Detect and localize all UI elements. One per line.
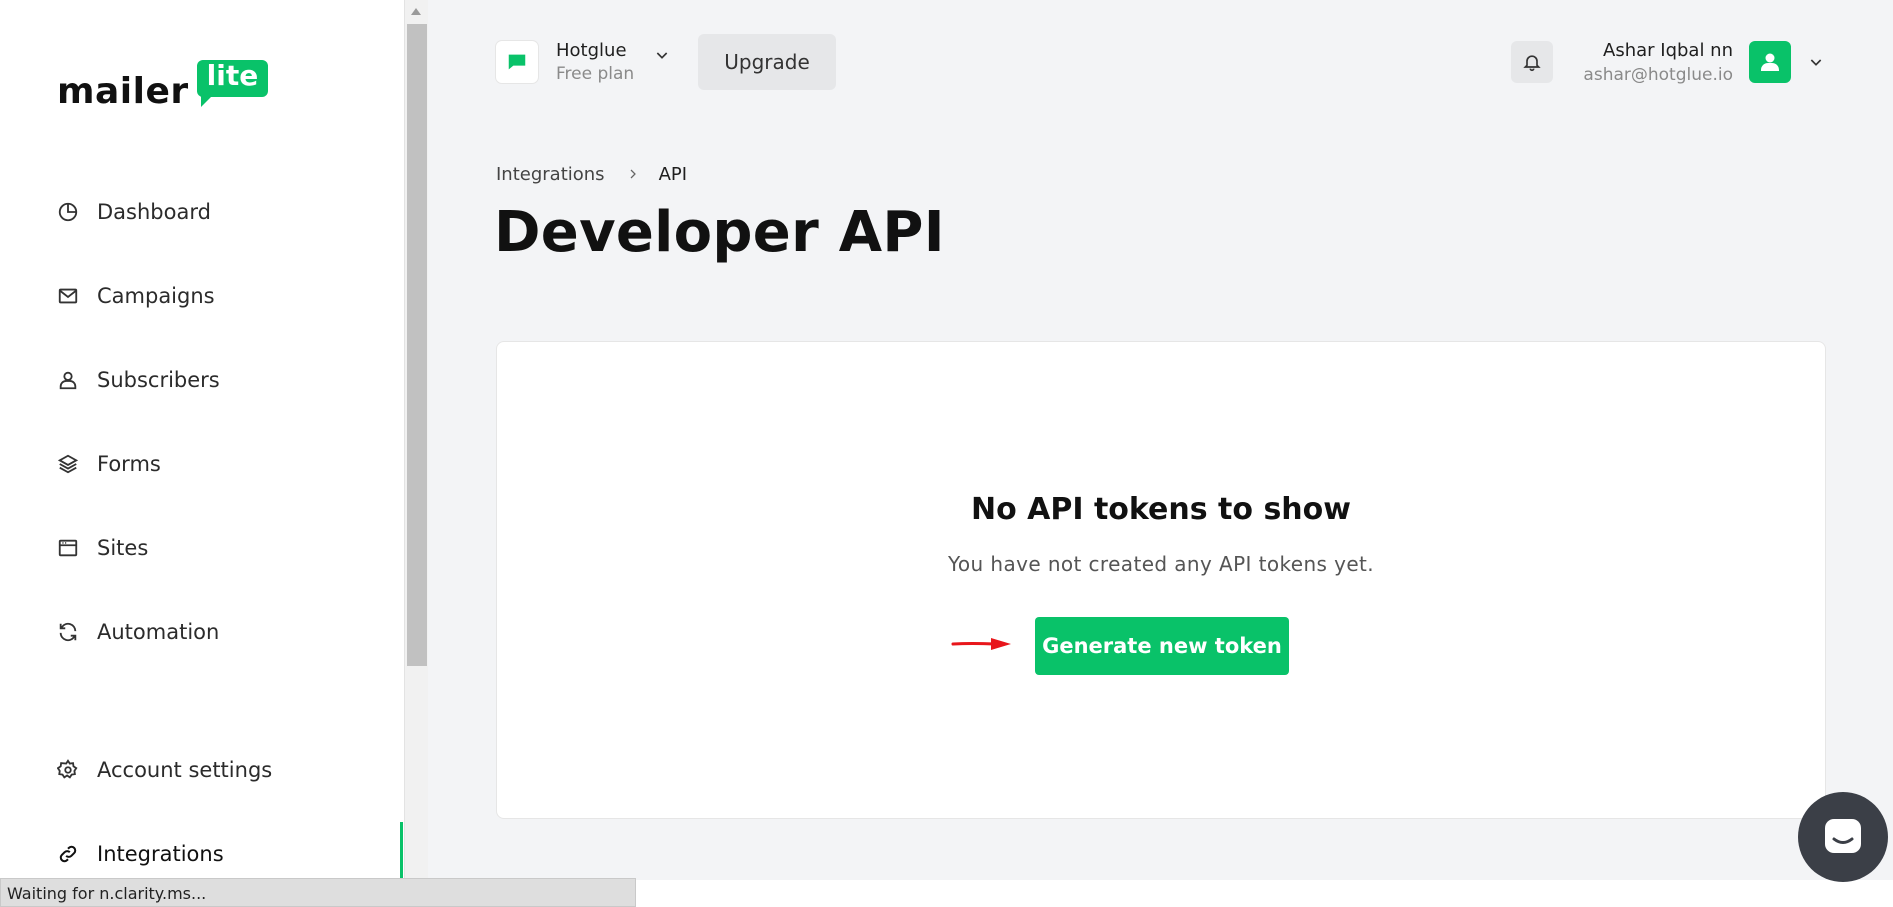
user-name: Ashar Iqbal nn	[1603, 40, 1733, 61]
sidebar-item-label: Sites	[97, 536, 149, 560]
browser-window-icon	[56, 536, 80, 560]
notifications-button[interactable]	[1511, 41, 1553, 83]
gear-icon	[56, 758, 80, 782]
account-plan: Free plan	[556, 64, 635, 84]
browser-status-bar: Waiting for n.clarity.ms...	[0, 878, 636, 907]
sidebar-scrollbar[interactable]	[404, 0, 428, 907]
bell-icon	[1523, 55, 1541, 72]
sidebar-item-campaigns[interactable]: Campaigns	[56, 276, 215, 316]
upgrade-button[interactable]: Upgrade	[698, 34, 836, 90]
sidebar-item-label: Account settings	[97, 758, 273, 782]
sidebar-item-label: Dashboard	[97, 200, 211, 224]
page-footer-strip	[636, 880, 1893, 907]
link-icon	[56, 842, 80, 866]
sidebar-item-label: Subscribers	[97, 368, 220, 392]
breadcrumb: Integrations API	[496, 164, 687, 185]
scroll-up-arrow-icon[interactable]	[411, 8, 421, 15]
red-arrow-icon	[951, 638, 1011, 650]
empty-state-title: No API tokens to show	[970, 492, 1351, 527]
mailerlite-logo[interactable]: mailer lite	[57, 60, 269, 112]
chevron-down-icon[interactable]	[654, 47, 670, 67]
chat-bubble-icon	[508, 54, 526, 70]
account-avatar	[496, 41, 538, 83]
envelope-icon	[56, 284, 80, 308]
api-tokens-card: No API tokens to show You have not creat…	[496, 341, 1826, 819]
sidebar-item-label: Forms	[97, 452, 161, 476]
chart-pie-icon	[56, 200, 80, 224]
sidebar-item-label: Campaigns	[97, 284, 215, 308]
page-title: Developer API	[494, 200, 945, 265]
sidebar-item-automation[interactable]: Automation	[56, 612, 219, 652]
sidebar-item-integrations[interactable]: Integrations	[56, 834, 224, 874]
logo-word: mailer	[57, 71, 189, 112]
account-name: Hotglue	[556, 40, 627, 61]
account-switcher[interactable]: Hotglue Free plan	[496, 40, 670, 84]
sidebar-item-subscribers[interactable]: Subscribers	[56, 360, 220, 400]
sidebar-item-dashboard[interactable]: Dashboard	[56, 192, 211, 232]
chat-icon	[1825, 819, 1861, 853]
chevron-down-icon[interactable]	[1808, 54, 1824, 74]
scroll-thumb[interactable]	[407, 24, 427, 666]
user-info[interactable]: Ashar Iqbal nn ashar@hotglue.io	[1583, 40, 1733, 85]
user-email: ashar@hotglue.io	[1583, 65, 1733, 85]
chat-launcher-button[interactable]	[1798, 792, 1888, 882]
breadcrumb-current: API	[658, 164, 688, 185]
generate-token-button[interactable]: Generate new token	[1035, 617, 1289, 675]
user-icon	[1761, 53, 1779, 71]
chevron-right-icon	[627, 164, 639, 185]
account-text: Hotglue Free plan	[556, 40, 634, 84]
sidebar-item-sites[interactable]: Sites	[56, 528, 148, 568]
empty-state-subtitle: You have not created any API tokens yet.	[947, 552, 1375, 576]
user-icon	[56, 368, 80, 392]
active-nav-indicator	[400, 822, 403, 882]
sidebar-item-label: Integrations	[97, 842, 224, 866]
breadcrumb-link-integrations[interactable]: Integrations	[496, 164, 605, 185]
sidebar: mailer lite Dashboard Campaigns Subscrib…	[0, 0, 404, 907]
refresh-icon	[56, 620, 80, 644]
sidebar-item-account-settings[interactable]: Account settings	[56, 750, 272, 790]
sidebar-item-forms[interactable]: Forms	[56, 444, 161, 484]
logo-badge: lite	[196, 60, 269, 107]
layers-icon	[56, 452, 80, 476]
avatar[interactable]	[1749, 41, 1791, 83]
sidebar-item-label: Automation	[97, 620, 220, 644]
